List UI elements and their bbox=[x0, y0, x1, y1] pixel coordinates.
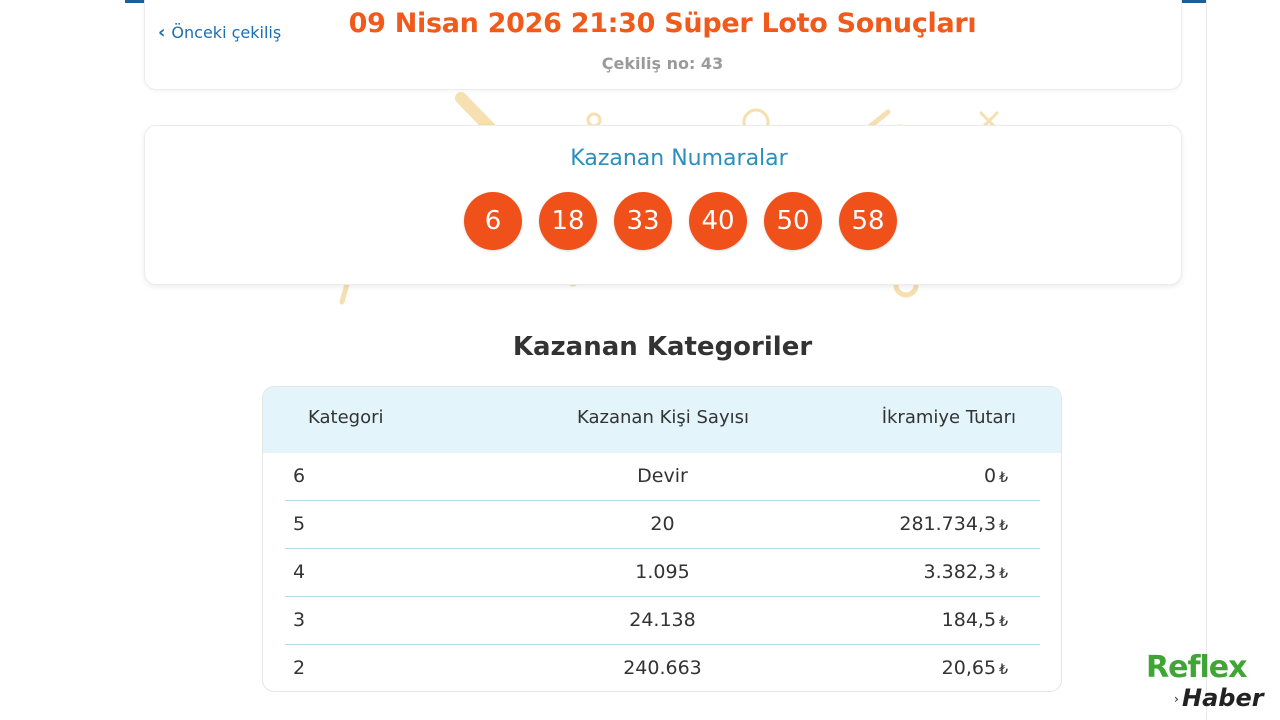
categories-table: Kategori Kazanan Kişi Sayısı İkramiye Tu… bbox=[262, 386, 1062, 692]
prize-value: 0 bbox=[983, 465, 997, 487]
winning-balls: 6 18 33 40 50 58 bbox=[464, 192, 897, 250]
prize-cell: 0 ₺ bbox=[984, 465, 1008, 487]
column-header-prize: İkramiye Tutarı bbox=[881, 407, 1016, 428]
logo-top-text: Reflex bbox=[1146, 650, 1247, 685]
lotto-ball: 50 bbox=[764, 192, 822, 250]
prize-cell: 281.734,3 ₺ bbox=[899, 513, 1008, 535]
lira-icon: ₺ bbox=[999, 662, 1008, 678]
page-title: 09 Nisan 2026 21:30 Süper Loto Sonuçları bbox=[348, 8, 977, 39]
draw-number: Çekiliş no: 43 bbox=[601, 54, 724, 73]
lotto-ball: 58 bbox=[839, 192, 897, 250]
prize-cell: 20,65 ₺ bbox=[942, 657, 1008, 679]
prize-cell: 3.382,3 ₺ bbox=[924, 561, 1008, 583]
logo-bottom-text: Haber bbox=[1182, 684, 1264, 712]
logo-arrow-icon: › bbox=[1174, 692, 1179, 706]
lira-icon: ₺ bbox=[999, 614, 1008, 630]
table-row: 4 1.095 3.382,3 ₺ bbox=[285, 549, 1040, 597]
winners-cell: 24.138 bbox=[629, 609, 696, 631]
prize-value: 281.734,3 bbox=[899, 513, 997, 535]
lotto-ball: 6 bbox=[464, 192, 522, 250]
winning-numbers-title: Kazanan Numaralar bbox=[570, 146, 788, 171]
table-row: 5 20 281.734,3 ₺ bbox=[285, 501, 1040, 549]
reflex-haber-logo: Reflex › Haber bbox=[1146, 650, 1266, 712]
table-header: Kategori Kazanan Kişi Sayısı İkramiye Tu… bbox=[263, 387, 1061, 453]
prize-value: 20,65 bbox=[941, 657, 997, 679]
lira-icon: ₺ bbox=[999, 470, 1008, 486]
lotto-ball: 40 bbox=[689, 192, 747, 250]
table-row: 2 240.663 20,65 ₺ bbox=[285, 645, 1040, 691]
lira-icon: ₺ bbox=[999, 518, 1008, 534]
lotto-ball: 33 bbox=[614, 192, 672, 250]
table-row: 3 24.138 184,5 ₺ bbox=[285, 597, 1040, 645]
categories-heading: Kazanan Kategoriler bbox=[512, 332, 813, 362]
table-row: 6 Devir 0 ₺ bbox=[285, 453, 1040, 501]
prize-value: 3.382,3 bbox=[923, 561, 997, 583]
prize-value: 184,5 bbox=[941, 609, 997, 631]
lotto-ball: 18 bbox=[539, 192, 597, 250]
lira-icon: ₺ bbox=[999, 566, 1008, 582]
winners-cell: 240.663 bbox=[623, 657, 702, 679]
prize-cell: 184,5 ₺ bbox=[942, 609, 1008, 631]
winners-cell: Devir bbox=[637, 465, 688, 487]
